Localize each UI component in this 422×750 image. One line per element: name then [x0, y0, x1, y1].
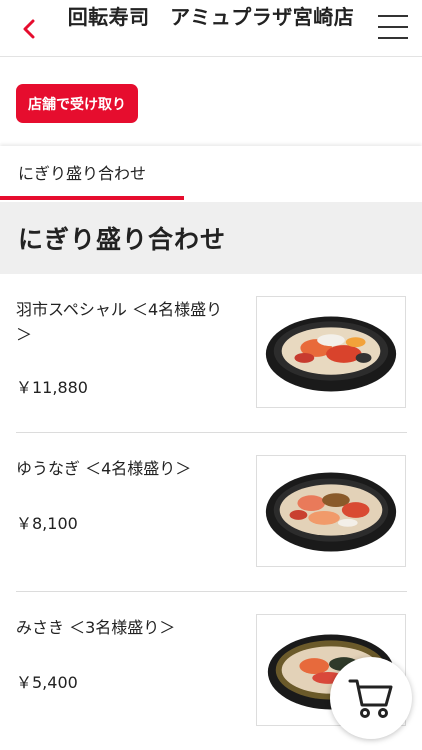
sushi-platter-image: [265, 316, 397, 392]
item-price: ￥11,880: [16, 378, 88, 397]
section-title: にぎり盛り合わせ: [0, 202, 422, 274]
item-name: みさき ＜3名様盛り＞: [16, 618, 176, 637]
active-tab-indicator: [0, 196, 184, 200]
shopping-cart-icon: [348, 679, 393, 718]
app-header: 回転寿司 アミュプラザ宮崎店: [0, 0, 422, 57]
item-name: ゆうなぎ ＜4名様盛り＞: [16, 459, 192, 478]
store-pickup-button[interactable]: 店舗で受け取り: [16, 84, 138, 123]
tab-nigiri-assortment[interactable]: にぎり盛り合わせ: [0, 146, 184, 198]
item-price: ￥5,400: [16, 673, 78, 692]
cart-button[interactable]: [330, 657, 412, 739]
item-name: 羽市スペシャル ＜4名様盛り＞: [16, 300, 223, 344]
category-tab-bar: にぎり盛り合わせ: [0, 146, 422, 202]
back-button[interactable]: [14, 14, 44, 44]
hamburger-menu-icon: [378, 15, 408, 17]
item-image: [256, 455, 406, 567]
menu-button[interactable]: [378, 15, 408, 41]
menu-item[interactable]: 羽市スペシャル ＜4名様盛り＞ ￥11,880: [16, 274, 407, 433]
sushi-platter-image: [265, 472, 397, 552]
page-title: 回転寿司 アミュプラザ宮崎店: [67, 5, 355, 29]
menu-item[interactable]: ゆうなぎ ＜4名様盛り＞ ￥8,100: [16, 433, 407, 592]
item-price: ￥8,100: [16, 514, 78, 533]
item-image: [256, 296, 406, 408]
chevron-left-icon: [23, 19, 35, 39]
